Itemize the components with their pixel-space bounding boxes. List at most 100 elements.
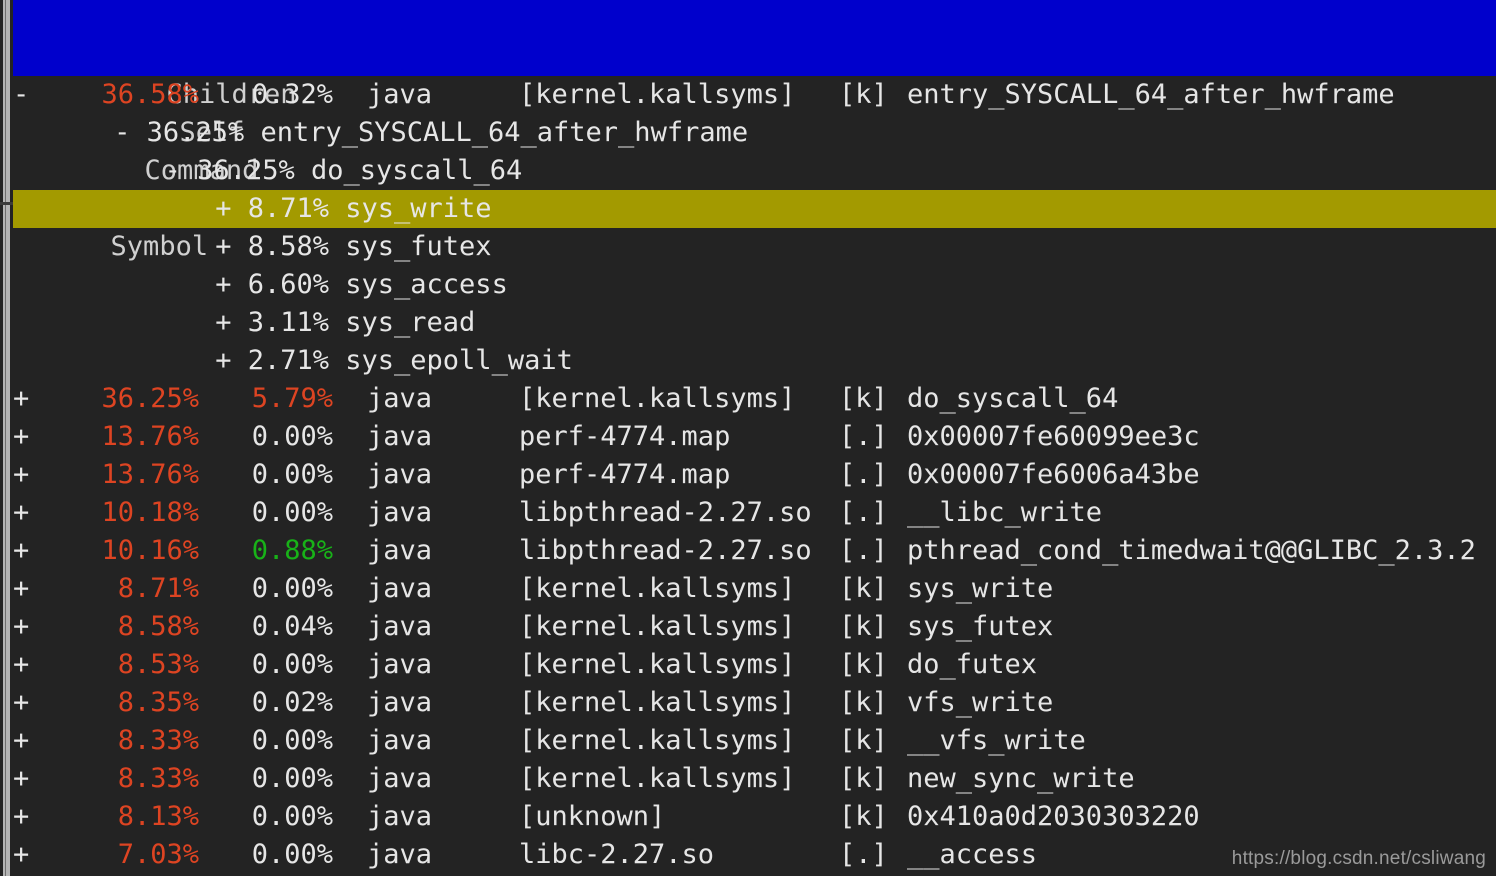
expand-toggle[interactable]: +	[13, 494, 63, 532]
tree-indent	[13, 342, 215, 380]
cell-spacer	[231, 193, 247, 224]
cell-self-percent: 0.00%	[233, 722, 333, 760]
table-row[interactable]: +8.53% 0.00% java[kernel.kallsyms][k]do_…	[13, 646, 1496, 684]
cell-spacer	[199, 76, 233, 114]
cell-spacer	[231, 231, 247, 262]
cell-spacer	[333, 646, 367, 684]
expand-toggle[interactable]: +	[215, 345, 231, 376]
cell-command: java	[367, 608, 519, 646]
table-row[interactable]: +8.33% 0.00% java[kernel.kallsyms][k]__v…	[13, 722, 1496, 760]
cell-shared-object: [kernel.kallsyms]	[519, 76, 839, 114]
table-row[interactable]: +10.16% 0.88% javalibpthread-2.27.so[.]p…	[13, 532, 1496, 570]
tree-indent	[13, 304, 215, 342]
cell-symbol: 0x00007fe6006a43be	[907, 456, 1200, 494]
table-row[interactable]: +8.71% 0.00% java[kernel.kallsyms][k]sys…	[13, 570, 1496, 608]
cell-spacer	[333, 608, 367, 646]
cell-callchain-percent: 8.71%	[248, 193, 329, 224]
cell-symbol: 0x00007fe60099ee3c	[907, 418, 1200, 456]
expand-toggle[interactable]: +	[13, 646, 63, 684]
table-row[interactable]: +13.76% 0.00% javaperf-4774.map[.]0x0000…	[13, 418, 1496, 456]
cell-shared-object: libpthread-2.27.so	[519, 494, 839, 532]
cell-symbol: 0x410a0d2030303220	[907, 798, 1200, 836]
cell-spacer	[333, 380, 367, 418]
callchain-row[interactable]: + 2.71% sys_epoll_wait	[13, 342, 1496, 380]
table-row[interactable]: +8.58% 0.04% java[kernel.kallsyms][k]sys…	[13, 608, 1496, 646]
cell-callchain-symbol: sys_access	[345, 269, 508, 300]
cell-command: java	[367, 760, 519, 798]
vertical-scrollbar[interactable]	[0, 0, 13, 876]
cell-symbol-kind: [.]	[839, 532, 907, 570]
cell-callchain-percent: 3.11%	[248, 307, 329, 338]
expand-toggle[interactable]: +	[13, 836, 63, 874]
expand-toggle[interactable]: -	[114, 117, 130, 148]
table-row[interactable]: +13.76% 0.00% javaperf-4774.map[.]0x0000…	[13, 456, 1496, 494]
cell-shared-object: [unknown]	[519, 798, 839, 836]
cell-spacer	[333, 532, 367, 570]
cell-self-percent: 0.00%	[233, 418, 333, 456]
table-row[interactable]: +7.03% 0.00% javalibc-2.27.so[.]__access	[13, 836, 1496, 874]
expand-toggle[interactable]: -	[165, 155, 181, 186]
callchain-row[interactable]: + 8.71% sys_write	[13, 190, 1496, 228]
expand-toggle[interactable]: +	[215, 307, 231, 338]
cell-shared-object: libpthread-2.27.so	[519, 532, 839, 570]
expand-toggle[interactable]: +	[215, 269, 231, 300]
cell-command: java	[367, 456, 519, 494]
expand-toggle[interactable]: +	[13, 722, 63, 760]
cell-symbol-kind: [k]	[839, 608, 907, 646]
cell-symbol-kind: [k]	[839, 380, 907, 418]
table-row[interactable]: +8.33% 0.00% java[kernel.kallsyms][k]new…	[13, 760, 1496, 798]
cell-callchain-percent: 36.25%	[197, 155, 295, 186]
cell-spacer	[199, 532, 233, 570]
expand-toggle[interactable]: +	[13, 608, 63, 646]
expand-toggle[interactable]: +	[13, 380, 63, 418]
expand-toggle[interactable]: +	[13, 418, 63, 456]
expand-toggle[interactable]: +	[13, 532, 63, 570]
expand-toggle[interactable]: +	[13, 684, 63, 722]
cell-command: java	[367, 380, 519, 418]
cell-children-percent: 8.33%	[63, 722, 199, 760]
table-row[interactable]: +8.13% 0.00% java[unknown][k]0x410a0d203…	[13, 798, 1496, 836]
cell-symbol-kind: [.]	[839, 418, 907, 456]
table-row[interactable]: +36.25% 5.79% java[kernel.kallsyms][k]do…	[13, 380, 1496, 418]
cell-symbol: sys_write	[907, 570, 1053, 608]
cell-spacer	[181, 155, 197, 186]
cell-children-percent: 13.76%	[63, 456, 199, 494]
expand-toggle[interactable]: +	[13, 570, 63, 608]
table-row[interactable]: +10.18% 0.00% javalibpthread-2.27.so[.]_…	[13, 494, 1496, 532]
cell-command: java	[367, 570, 519, 608]
expand-toggle[interactable]: +	[13, 798, 63, 836]
cell-children-percent: 10.18%	[63, 494, 199, 532]
column-header-row: Children Self Command Shared Object Symb…	[13, 38, 1496, 76]
table-row[interactable]: -36.58% 0.32% java[kernel.kallsyms][k]en…	[13, 76, 1496, 114]
scrollbar-track[interactable]	[3, 0, 10, 876]
expand-toggle[interactable]: +	[13, 456, 63, 494]
cell-self-percent: 0.00%	[233, 760, 333, 798]
expand-toggle[interactable]: +	[215, 193, 231, 224]
cell-symbol-kind: [.]	[839, 456, 907, 494]
callchain-row[interactable]: + 3.11% sys_read	[13, 304, 1496, 342]
expand-toggle[interactable]: +	[13, 760, 63, 798]
callchain-row[interactable]: + 6.60% sys_access	[13, 266, 1496, 304]
callchain-row[interactable]: + 8.58% sys_futex	[13, 228, 1496, 266]
scrollbar-thumb[interactable]	[0, 202, 13, 205]
callchain-row[interactable]: - 36.25% entry_SYSCALL_64_after_hwframe	[13, 114, 1496, 152]
expand-toggle[interactable]: -	[13, 76, 63, 114]
cell-spacer	[333, 76, 367, 114]
cell-self-percent: 0.00%	[233, 494, 333, 532]
cell-children-percent: 10.16%	[63, 532, 199, 570]
cell-symbol: vfs_write	[907, 684, 1053, 722]
cell-command: java	[367, 798, 519, 836]
cell-callchain-percent: 6.60%	[248, 269, 329, 300]
tree-indent	[13, 266, 215, 304]
cell-self-percent: 0.00%	[233, 456, 333, 494]
table-row[interactable]: +8.35% 0.02% java[kernel.kallsyms][k]vfs…	[13, 684, 1496, 722]
cell-self-percent: 0.88%	[233, 532, 333, 570]
cell-shared-object: perf-4774.map	[519, 418, 839, 456]
callchain-row[interactable]: - 36.25% do_syscall_64	[13, 152, 1496, 190]
cell-spacer	[329, 269, 345, 300]
cell-callchain-symbol: sys_epoll_wait	[345, 345, 573, 376]
expand-toggle[interactable]: +	[215, 231, 231, 262]
cell-symbol-kind: [k]	[839, 760, 907, 798]
cell-command: java	[367, 76, 519, 114]
cell-spacer	[199, 836, 233, 874]
